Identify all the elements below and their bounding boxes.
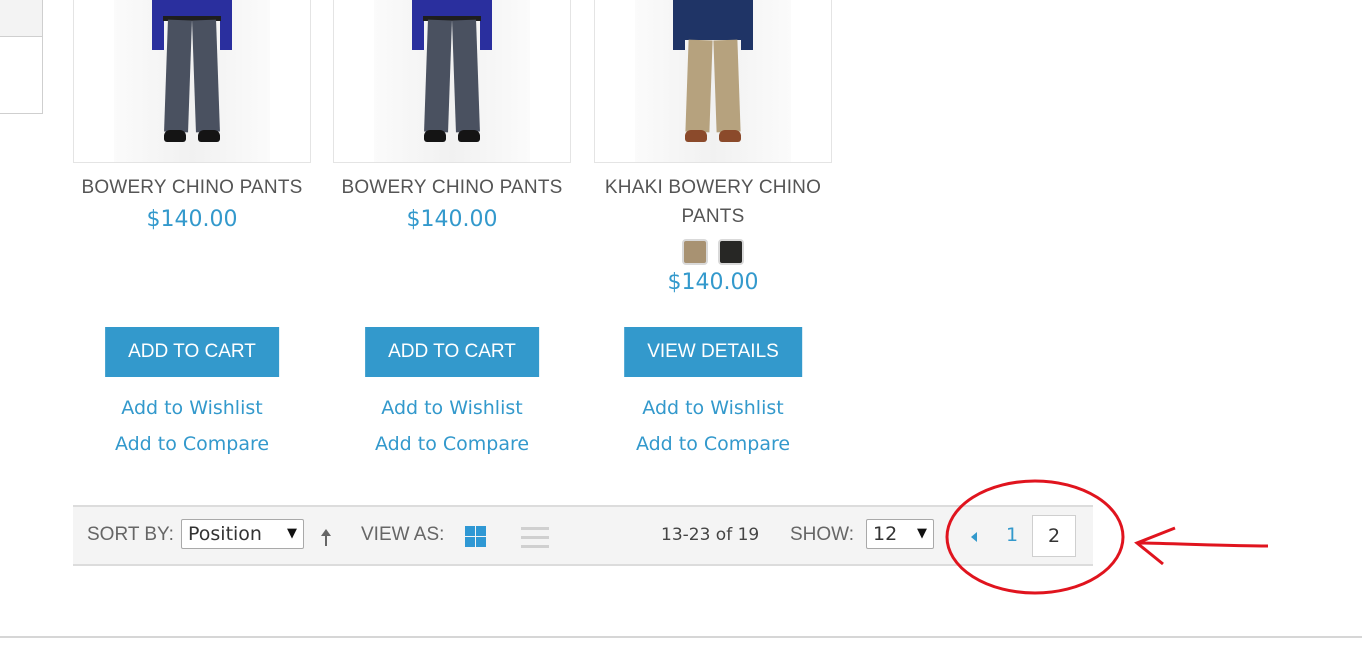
shoe-shape [198,130,220,142]
footer-divider [0,636,1362,638]
item-count: 13-23 of 19 [661,525,760,545]
product-price: $140.00 [146,207,238,232]
swatch-black[interactable] [718,239,744,265]
arm-shape [220,0,232,50]
sort-direction-arrow-icon[interactable] [320,527,332,547]
product-name[interactable]: BOWERY CHINO PANTS [333,173,571,202]
add-to-wishlist-link[interactable]: Add to Wishlist [333,390,571,426]
arm-shape [152,0,164,50]
arm-shape [480,0,492,50]
list-view-icon[interactable] [521,527,549,548]
add-to-wishlist-link[interactable]: Add to Wishlist [594,390,832,426]
pants-leg-shape [685,39,713,133]
dropdown-caret-icon: ▼ [287,526,297,541]
annotation-arrowhead [1134,526,1176,566]
sort-by-select[interactable]: Position ▼ [181,519,304,549]
add-to-compare-link[interactable]: Add to Compare [333,426,571,462]
pants-leg-shape [713,39,741,133]
pants-leg-shape [424,19,452,133]
swatch-khaki[interactable] [682,239,708,265]
sort-by-label: SORT BY: [87,524,174,545]
product-photo [635,0,791,162]
pants-leg-shape [452,19,480,133]
view-as-label: VIEW AS: [361,524,445,545]
shoe-shape [424,130,446,142]
shoe-shape [685,130,707,142]
color-swatches [594,239,832,267]
pants-leg-shape [192,19,220,133]
shoe-shape [719,130,741,142]
product-price: $140.00 [667,270,759,295]
limiter-select[interactable]: 12 ▼ [866,519,934,549]
pants-leg-shape [164,19,192,133]
add-to-cart-button[interactable]: ADD TO CART [105,327,279,377]
sidebar-filter-header [0,0,42,37]
view-details-button[interactable]: VIEW DETAILS [624,327,802,377]
previous-page-icon[interactable] [971,532,977,542]
product-name[interactable]: BOWERY CHINO PANTS [73,173,311,202]
page-current-2: 2 [1032,515,1076,557]
arm-shape [741,0,753,50]
product-name[interactable]: KHAKI BOWERY CHINO PANTS [594,173,832,231]
sort-by-value: Position [188,523,262,545]
shoe-shape [458,130,480,142]
add-to-compare-link[interactable]: Add to Compare [73,426,311,462]
product-card: BOWERY CHINO PANTS $140.00 ADD TO CART A… [333,0,571,455]
product-image[interactable] [333,0,571,163]
dropdown-caret-icon: ▼ [917,526,927,541]
product-photo [114,0,270,162]
limiter-value: 12 [873,523,898,545]
shoe-shape [164,130,186,142]
product-image[interactable] [594,0,832,163]
add-to-compare-link[interactable]: Add to Compare [594,426,832,462]
product-price: $140.00 [406,207,498,232]
sidebar-filter-box [0,0,43,114]
catalog-toolbar: SORT BY: Position ▼ VIEW AS: 13-23 of 19… [73,505,1093,566]
product-image[interactable] [73,0,311,163]
annotation-arrow [1139,541,1269,548]
add-to-wishlist-link[interactable]: Add to Wishlist [73,390,311,426]
arm-shape [673,0,685,50]
product-card: KHAKI BOWERY CHINO PANTS $140.00 VIEW DE… [594,0,832,455]
product-photo [374,0,530,162]
page-link-1[interactable]: 1 [1006,524,1018,546]
grid-view-icon[interactable] [465,526,486,547]
arm-shape [412,0,424,50]
add-to-cart-button[interactable]: ADD TO CART [365,327,539,377]
show-label: SHOW: [790,524,855,545]
product-card: BOWERY CHINO PANTS $140.00 ADD TO CART A… [73,0,311,455]
